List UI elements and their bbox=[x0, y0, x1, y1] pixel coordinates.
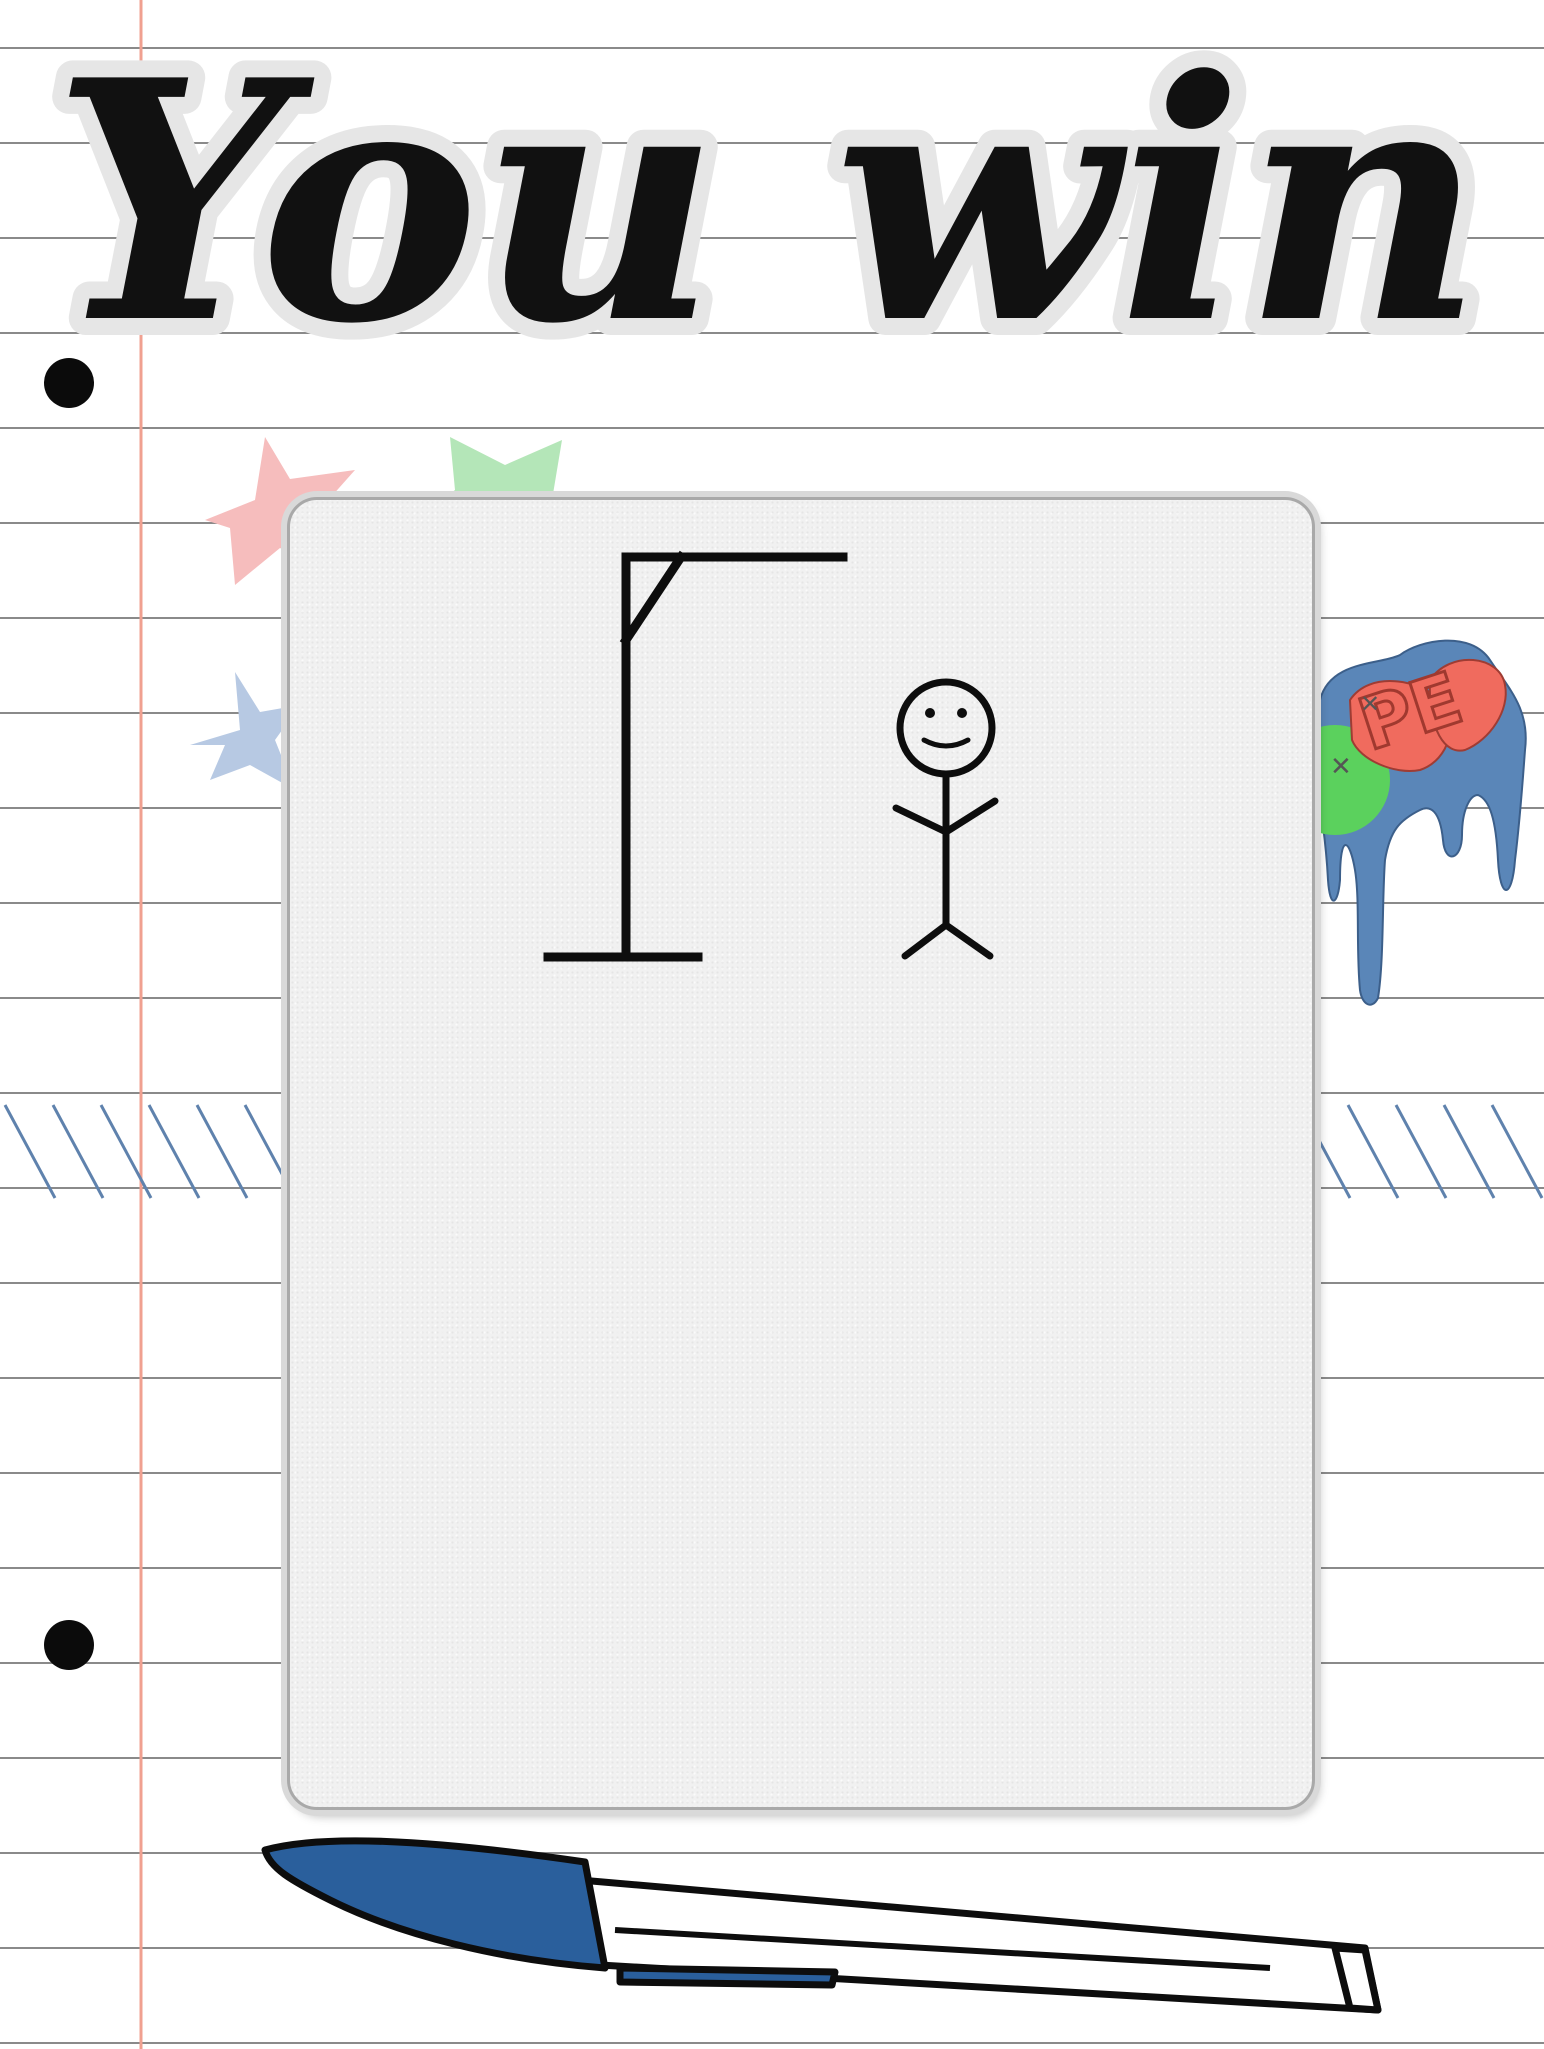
game-screen: PE ✕ ✕ You win bbox=[0, 0, 1544, 2049]
ballpoint-pen-icon bbox=[261, 1837, 1382, 2014]
